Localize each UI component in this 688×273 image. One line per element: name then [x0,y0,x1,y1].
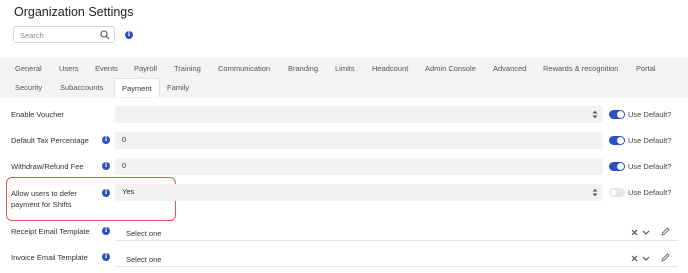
info-icon[interactable]: i [102,189,110,197]
info-icon[interactable]: i [102,227,110,235]
tab-headcount[interactable]: Headcount [372,59,408,78]
setting-row-withdraw-fee: Withdraw/Refund Fee i 0 Use Default? [0,158,688,175]
tab-security[interactable]: Security [15,78,42,97]
tab-family[interactable]: Family [167,78,189,97]
select-value: Select one [126,255,162,264]
tab-rewards-recognition[interactable]: Rewards & recognition [543,59,618,78]
setting-label: Default Tax Percentage [11,136,89,145]
tab-events[interactable]: Events [95,59,118,78]
invoice-template-select[interactable]: Select one [115,250,678,267]
tab-users[interactable]: Users [59,59,79,78]
withdraw-fee-input[interactable]: 0 [115,158,603,175]
setting-row-default-tax: Default Tax Percentage i 0 Use Default? [0,132,688,149]
tab-subaccounts[interactable]: Subaccounts [60,78,103,97]
search-box[interactable] [13,26,115,43]
toggle-knob [617,163,624,170]
info-icon[interactable]: i [125,31,133,39]
select-arrows-icon [592,110,598,119]
tab-advanced[interactable]: Advanced [493,59,526,78]
use-default-label: Use Default? [628,188,672,197]
use-default-label: Use Default? [628,136,672,145]
tab-portal[interactable]: Portal [636,59,656,78]
setting-label: Enable Voucher [11,110,64,119]
setting-row-receipt-template: Receipt Email Template i Select one [0,224,688,242]
receipt-template-select[interactable]: Select one [115,224,678,241]
clear-icon[interactable] [631,255,638,262]
tab-admin-console[interactable]: Admin Console [425,59,476,78]
tab-training[interactable]: Training [174,59,201,78]
setting-row-enable-voucher: Enable Voucher Use Default? [0,106,688,123]
tab-communication[interactable]: Communication [218,59,270,78]
select-value: Select one [126,229,162,238]
use-default-toggle[interactable] [609,162,625,171]
input-value: 0 [122,135,127,144]
enable-voucher-select[interactable] [115,106,603,123]
use-default-label: Use Default? [628,162,672,171]
page-title: Organization Settings [14,5,134,19]
setting-label: Withdraw/Refund Fee [11,162,84,171]
tab-payment[interactable]: Payment [114,78,160,97]
toggle-knob [617,111,624,118]
input-value: 0 [122,161,127,170]
use-default-toggle[interactable] [609,188,625,197]
default-tax-input[interactable]: 0 [115,132,603,149]
toggle-knob [617,137,624,144]
info-icon[interactable]: i [102,162,110,170]
select-value: Yes [122,187,135,196]
tab-general[interactable]: General [15,59,42,78]
select-arrows-icon [592,188,598,197]
setting-label: Receipt Email Template [11,227,90,236]
use-default-label: Use Default? [628,110,672,119]
defer-payment-select[interactable]: Yes [115,184,603,201]
search-input[interactable] [20,30,100,40]
clear-icon[interactable] [631,229,638,236]
setting-label-line2: payment for Shifts [11,200,72,209]
chevron-down-icon[interactable] [642,255,650,262]
setting-label: Invoice Email Template [11,253,88,262]
search-icon[interactable] [100,30,110,40]
chevron-down-icon[interactable] [642,229,650,236]
setting-row-defer-payment: Allow users to defer payment for Shifts … [0,184,688,214]
tab-branding[interactable]: Branding [288,59,318,78]
tab-limits[interactable]: Limits [335,59,355,78]
info-icon[interactable]: i [102,136,110,144]
pencil-icon[interactable] [661,253,670,262]
tab-payroll[interactable]: Payroll [134,59,157,78]
toggle-knob [610,189,617,196]
setting-label-line1: Allow users to defer [11,189,77,198]
pencil-icon[interactable] [661,227,670,236]
info-icon[interactable]: i [102,253,110,261]
use-default-toggle[interactable] [609,136,625,145]
use-default-toggle[interactable] [609,110,625,119]
tabs-area: General Users Events Payroll Training Co… [0,58,688,98]
setting-row-invoice-template: Invoice Email Template i Select one [0,250,688,268]
